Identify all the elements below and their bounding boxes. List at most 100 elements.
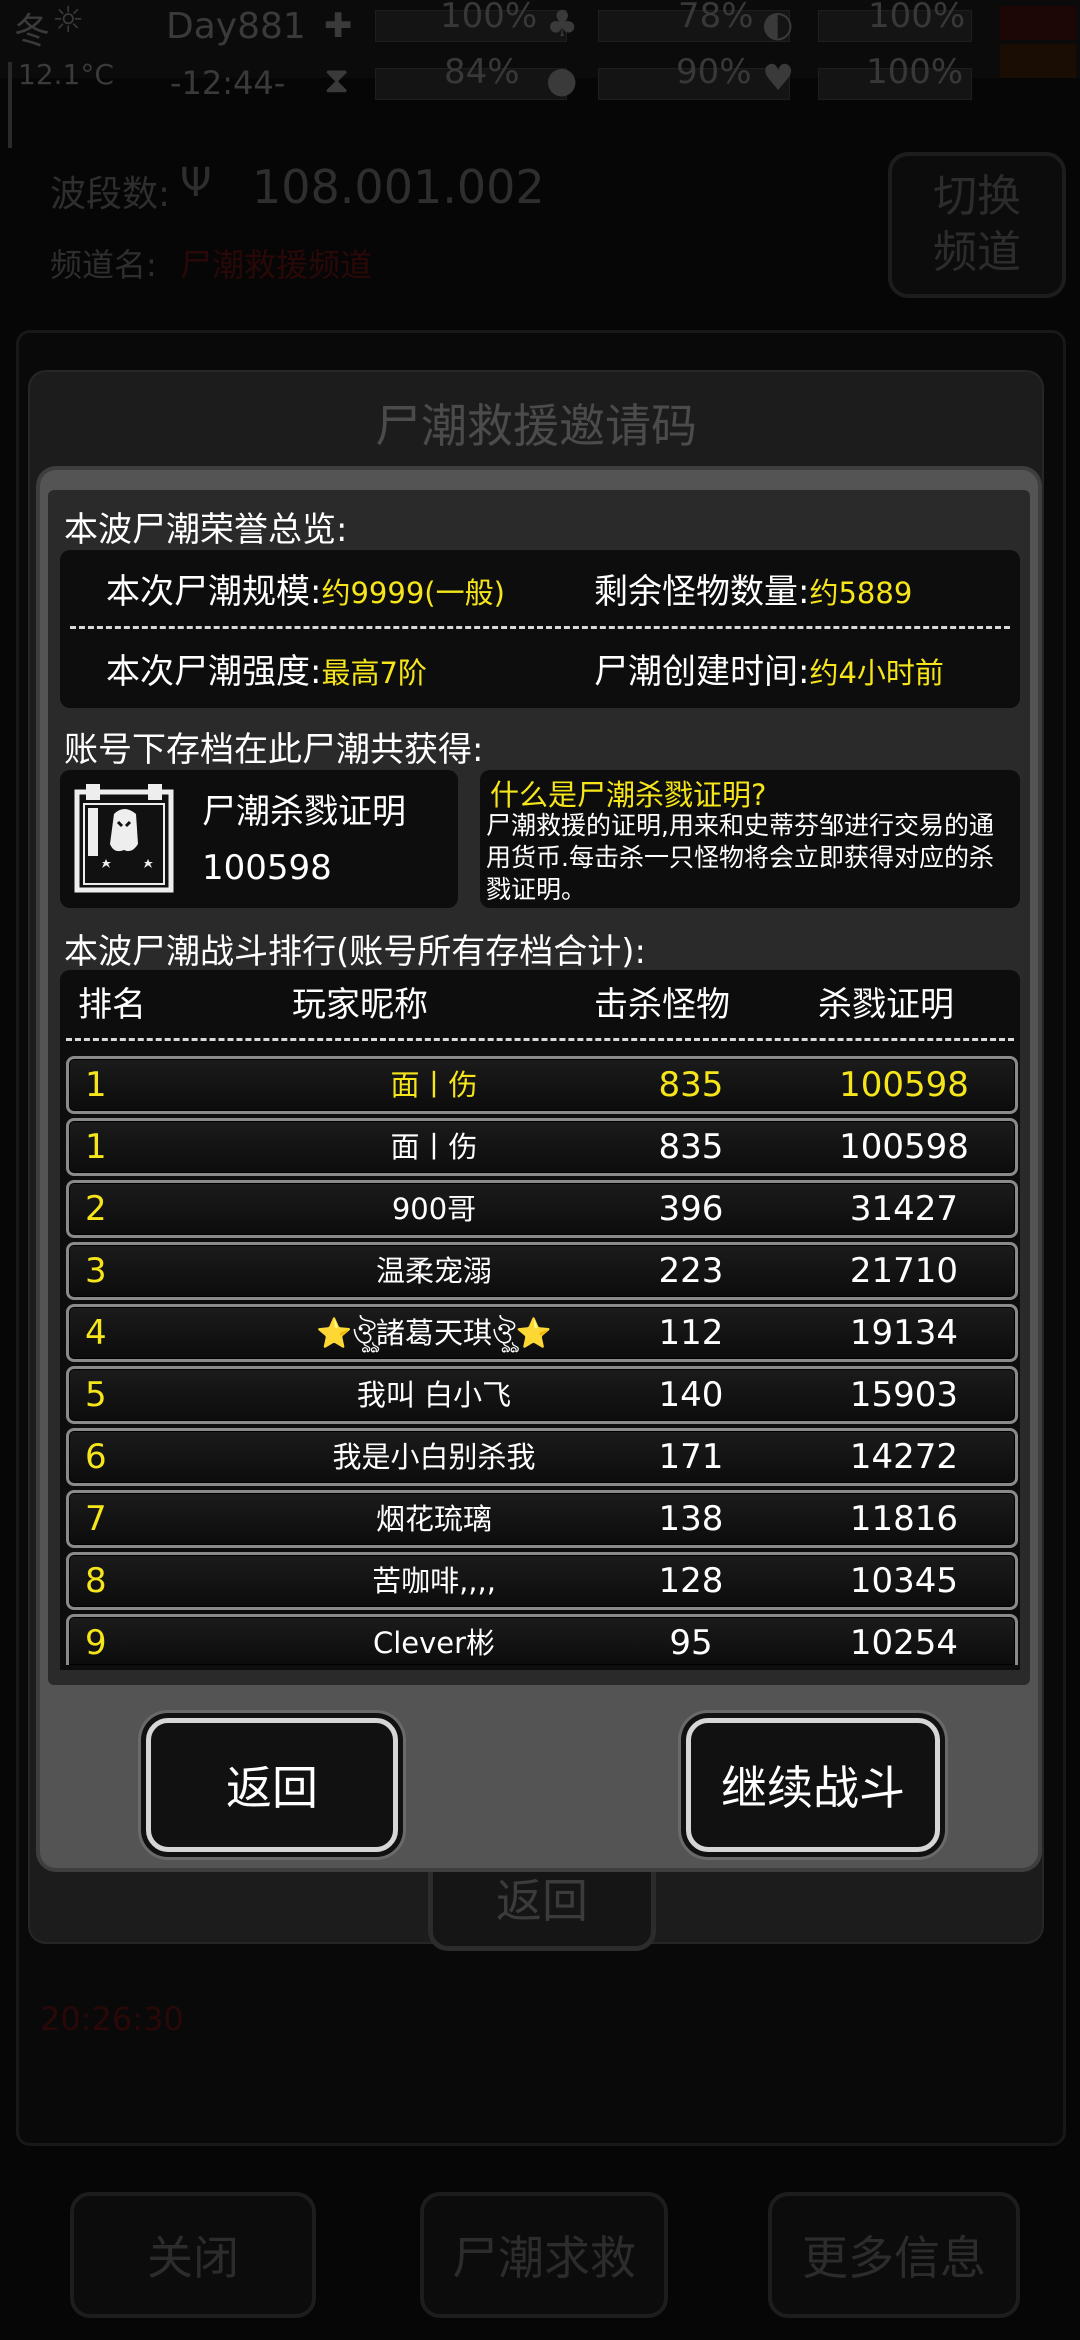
created-label: 尸潮创建时间: — [594, 652, 810, 692]
scale-label: 本次尸潮规模: — [106, 572, 322, 612]
ranking-row[interactable]: 1 面丨伤 835 100598 — [66, 1118, 1018, 1176]
rank-cell: 2 — [85, 1189, 107, 1229]
continue-battle-button[interactable]: 继续战斗 — [686, 1718, 940, 1852]
medkit-icon: ✚ — [324, 6, 353, 46]
nickname-cell: 面丨伤 — [390, 1130, 478, 1164]
more-info-button[interactable]: 更多信息 — [768, 2192, 1020, 2318]
hourglass-icon: ⧗ — [324, 60, 350, 101]
nickname-cell: 苦咖啡,,,, — [372, 1564, 496, 1598]
strength-stat: 本次尸潮强度:最高7阶 — [106, 644, 427, 693]
antenna-icon: Ψ — [180, 160, 212, 206]
season-label: 冬 — [14, 11, 51, 52]
nickname-cell: Clever彬 — [372, 1626, 496, 1660]
kills-cell: 396 — [658, 1189, 724, 1229]
kills-cell: 112 — [658, 1313, 724, 1353]
ranking-row[interactable]: 5 我叫 白小飞 140 15903 — [66, 1366, 1018, 1424]
ranking-row[interactable]: 3 温柔宠溺 223 21710 — [66, 1242, 1018, 1300]
kills-cell: 835 — [658, 1065, 724, 1105]
rank-cell: 3 — [85, 1251, 107, 1291]
remaining-stat: 剩余怪物数量:约5889 — [594, 564, 912, 613]
ranking-row[interactable]: 9 Clever彬 95 10254 — [66, 1614, 1018, 1665]
kill-certificate-icon — [74, 784, 174, 893]
scale-value: 约9999(一般) — [321, 576, 505, 610]
kills-cell: 171 — [658, 1437, 724, 1477]
alert-indicator-secondary — [1000, 44, 1076, 78]
channel-label: 频道名: — [50, 246, 157, 284]
certificate-info-card: 什么是尸潮杀戮证明? 尸潮救援的证明,用来和史蒂芬邹进行交易的通用货币.每击杀一… — [480, 770, 1020, 908]
hunger-value: 100% — [868, 0, 966, 36]
frequency-value: 108.001.002 — [252, 160, 545, 214]
my-ranking-row[interactable]: 1 面丨伤 835 100598 — [66, 1056, 1018, 1114]
certificates-cell: 100598 — [839, 1127, 969, 1167]
nickname-cell: 温柔宠溺 — [375, 1254, 492, 1288]
rank-cell: 7 — [85, 1499, 107, 1539]
ranking-heading: 本波尸潮战斗排行(账号所有存档合计): — [64, 932, 646, 972]
back-label: 返回 — [226, 1761, 318, 1815]
remaining-label: 剩余怪物数量: — [594, 572, 810, 612]
created-stat: 尸潮创建时间:约4小时前 — [594, 644, 944, 693]
rank-cell: 8 — [85, 1561, 107, 1601]
certificate-info-title: 什么是尸潮杀戮证明? — [490, 778, 767, 812]
created-value: 约4小时前 — [809, 656, 944, 690]
mood-value: 100% — [866, 52, 964, 92]
ranking-row[interactable]: 2 900哥 396 31427 — [66, 1180, 1018, 1238]
strength-value: 最高7阶 — [321, 656, 427, 690]
nickname-cell: 我是小白别杀我 — [332, 1440, 536, 1474]
rank-cell: 1 — [85, 1127, 107, 1167]
overview-heading: 本波尸潮荣誉总览: — [64, 510, 348, 550]
certificates-cell: 31427 — [849, 1189, 959, 1229]
kills-cell: 223 — [658, 1251, 724, 1291]
nickname-cell: 面丨伤 — [390, 1068, 478, 1102]
ranking-divider — [66, 1038, 1014, 1041]
log-time: 20:26:30 — [40, 2000, 184, 2038]
alert-indicator — [1000, 6, 1076, 40]
certificates-cell: 100598 — [839, 1065, 969, 1105]
certificates-cell: 14272 — [849, 1437, 959, 1477]
certificates-cell: 10345 — [849, 1561, 959, 1601]
tree-icon: ♣ — [546, 4, 579, 45]
health-value: 100% — [440, 0, 538, 36]
remaining-value: 约5889 — [809, 576, 913, 610]
rank-cell: 4 — [85, 1313, 107, 1353]
band-label: 波段数: — [50, 174, 171, 215]
back-button[interactable]: 返回 — [146, 1718, 398, 1852]
status-bar: 冬 ☼ Day881 12.1°C -12:44- ✚ 100% ♣ 78% ◐… — [0, 0, 1080, 102]
overview-card: 本次尸潮规模:约9999(一般) 剩余怪物数量:约5889 本次尸潮强度:最高7… — [60, 550, 1020, 708]
invite-back-label: 返回 — [496, 1874, 588, 1928]
ranking-row[interactable]: 8 苦咖啡,,,, 128 10345 — [66, 1552, 1018, 1610]
heart-icon: ♥ — [762, 58, 795, 99]
ranking-row[interactable]: 6 我是小白别杀我 171 14272 — [66, 1428, 1018, 1486]
certificates-cell: 11816 — [849, 1499, 959, 1539]
certificates-cell: 19134 — [849, 1313, 959, 1353]
channel-name: 尸潮救援频道 — [180, 246, 373, 284]
nickname-cell: ⭐ঔৣ諸葛天琪ঔৣ⭐ — [316, 1316, 552, 1350]
day-counter: Day881 — [166, 6, 306, 47]
stomach-icon: ◐ — [762, 4, 794, 45]
continue-battle-label: 继续战斗 — [721, 1761, 905, 1815]
certificates-cell: 15903 — [849, 1375, 959, 1415]
rank-cell: 1 — [85, 1065, 107, 1105]
certificates-cell: 21710 — [849, 1251, 959, 1291]
rank-cell: 9 — [85, 1623, 107, 1663]
more-info-label: 更多信息 — [802, 2231, 986, 2285]
column-rank: 排名 — [78, 985, 146, 1025]
clock: -12:44- — [170, 64, 286, 102]
kills-cell: 138 — [658, 1499, 724, 1539]
ranking-row[interactable]: 7 烟花琉璃 138 11816 — [66, 1490, 1018, 1548]
zombie-sos-label: 尸潮求救 — [452, 2231, 636, 2285]
certificates-cell: 10254 — [849, 1623, 959, 1663]
ranking-row[interactable]: 4 ⭐ঔৣ諸葛天琪ঔৣ⭐ 112 19134 — [66, 1304, 1018, 1362]
switch-channel-button[interactable]: 切换频道 — [888, 152, 1066, 298]
switch-channel-label: 切换频道 — [933, 171, 1021, 278]
zombie-sos-button[interactable]: 尸潮求救 — [420, 2192, 668, 2318]
water-value: 90% — [676, 52, 752, 92]
close-button[interactable]: 关闭 — [70, 2192, 316, 2318]
scroll-indicator — [8, 62, 12, 148]
scale-stat: 本次尸潮规模:约9999(一般) — [106, 564, 505, 613]
water-drop-icon: ● — [546, 60, 578, 101]
close-label: 关闭 — [147, 2231, 239, 2285]
nickname-cell: 900哥 — [391, 1192, 477, 1226]
invite-code-title: 尸潮救援邀请码 — [375, 399, 697, 453]
column-certificates: 杀戮证明 — [818, 985, 954, 1025]
certificate-info-text: 尸潮救援的证明,用来和史蒂芬邹进行交易的通用货币.每击杀一只怪物将会立即获得对应… — [486, 811, 994, 904]
